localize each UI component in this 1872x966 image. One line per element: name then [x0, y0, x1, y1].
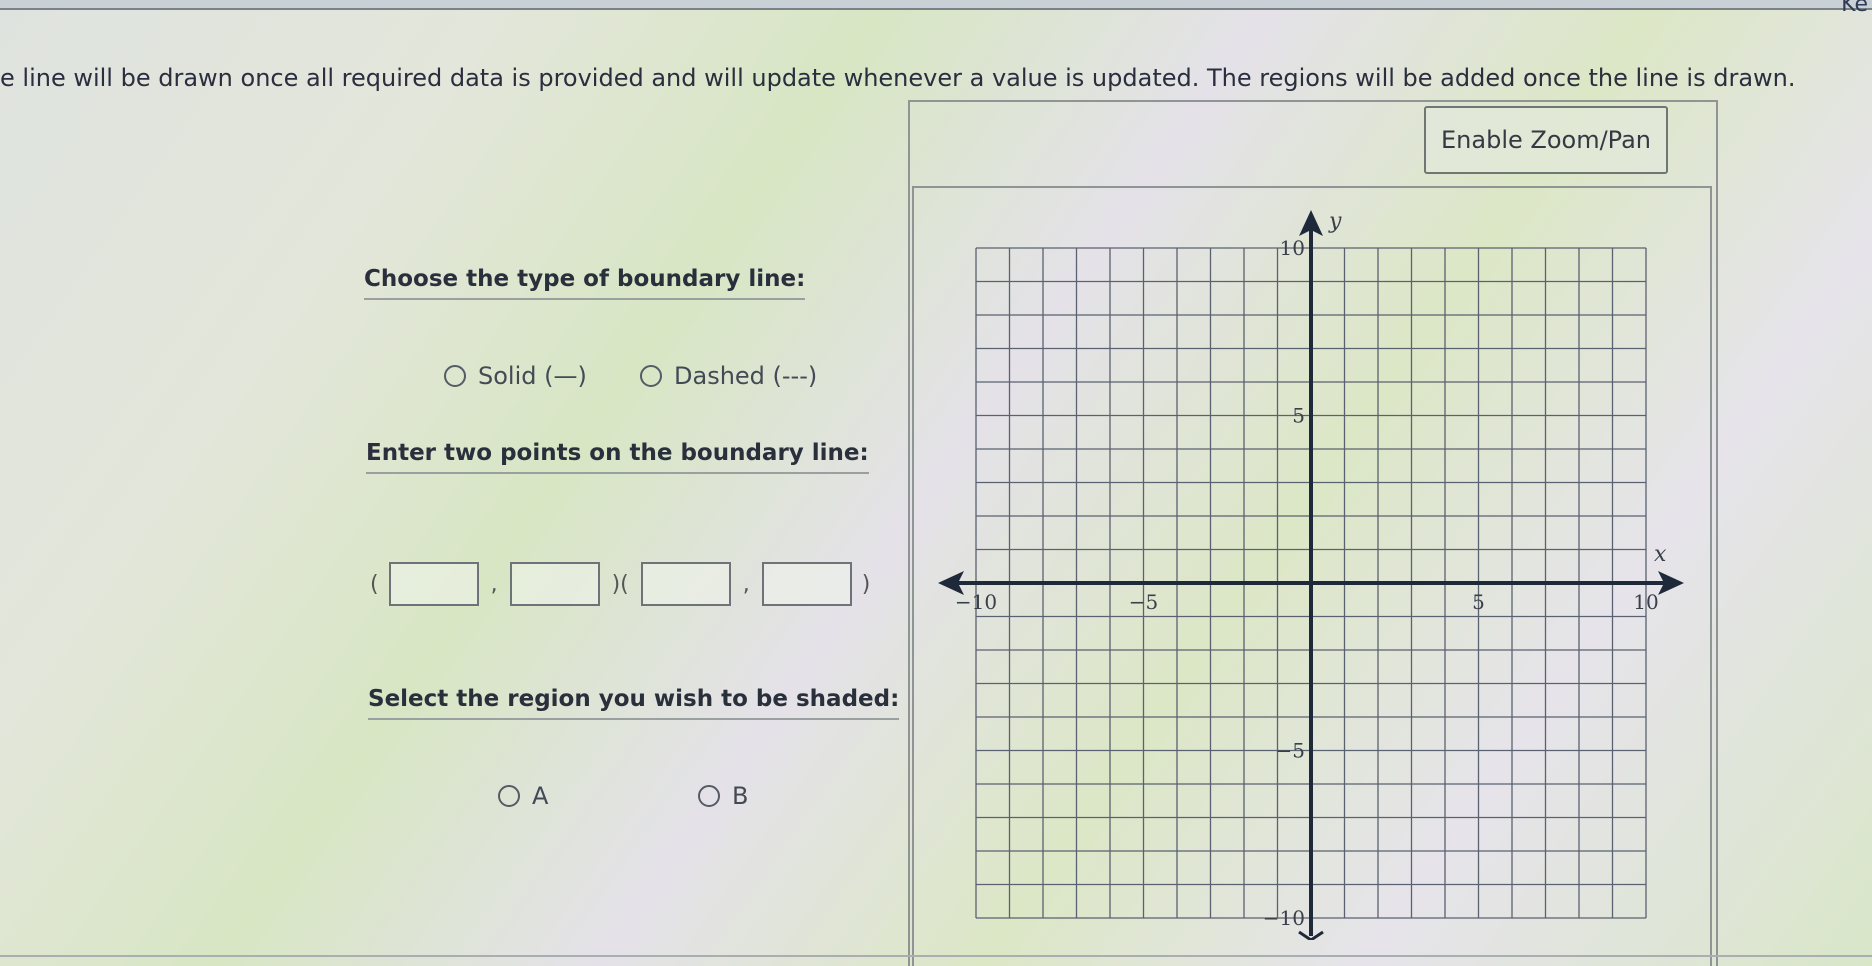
x-tick-label: 10	[1633, 590, 1658, 614]
radio-circle-icon[interactable]	[498, 785, 520, 807]
comma: ,	[490, 571, 498, 597]
radio-dashed[interactable]: Dashed (---)	[640, 362, 817, 390]
open-paren: (	[370, 571, 379, 597]
radio-circle-icon[interactable]	[640, 365, 662, 387]
x1-input[interactable]	[388, 562, 479, 606]
radio-solid[interactable]: Solid (—)	[444, 362, 587, 390]
radio-dashed-label: Dashed (---)	[674, 362, 818, 390]
close-paren: )	[861, 571, 871, 597]
radio-solid-label: Solid (—)	[478, 362, 587, 390]
radio-region-a[interactable]: A	[498, 782, 548, 810]
axes	[938, 210, 1684, 940]
points-title: Enter two points on the boundary line:	[366, 440, 869, 474]
y-tick-label: −10	[1263, 906, 1305, 930]
coordinate-plane[interactable]: x y −10 −5 5 10 10 5 −5 −10	[930, 200, 1710, 940]
x-tick-label: −10	[955, 590, 997, 614]
corner-text: Ke	[1841, 0, 1868, 17]
top-bar	[0, 0, 1872, 10]
x-axis-label: x	[1654, 542, 1667, 567]
enable-zoom-pan-button[interactable]: Enable Zoom/Pan	[1424, 106, 1668, 174]
paren-separator: )(	[611, 571, 629, 597]
region-title: Select the region you wish to be shaded:	[368, 686, 900, 720]
y-tick-label: −5	[1276, 739, 1305, 763]
points-input-row: ( , )( , )	[370, 562, 870, 606]
y-tick-label: 10	[1280, 236, 1305, 260]
radio-region-b-label: B	[732, 782, 749, 810]
bottom-divider	[0, 955, 1872, 957]
radio-circle-icon[interactable]	[444, 365, 466, 387]
y2-input[interactable]	[761, 562, 852, 606]
radio-region-b[interactable]: B	[698, 782, 748, 810]
y1-input[interactable]	[509, 562, 600, 606]
x-tick-label: 5	[1472, 590, 1485, 614]
boundary-type-title: Choose the type of boundary line:	[364, 266, 806, 300]
y-axis-label: y	[1328, 209, 1342, 234]
instruction-text: e line will be drawn once all required d…	[0, 64, 1796, 92]
comma: ,	[742, 571, 750, 597]
x2-input[interactable]	[640, 562, 731, 606]
y-tick-label: 5	[1292, 404, 1305, 428]
radio-circle-icon[interactable]	[698, 785, 720, 807]
x-tick-label: −5	[1129, 590, 1158, 614]
radio-region-a-label: A	[532, 782, 549, 810]
